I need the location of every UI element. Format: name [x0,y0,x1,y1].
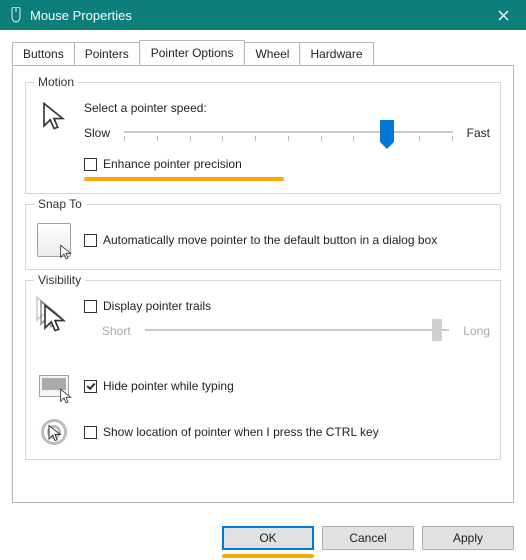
pointer-speed-icon [36,101,72,131]
pointer-trails-checkbox[interactable] [84,300,97,313]
tab-wheel[interactable]: Wheel [244,42,300,65]
pointer-speed-slider[interactable] [124,123,453,143]
group-snap-to: Snap To Automatically move pointer to th… [25,204,501,270]
tab-pointer-options[interactable]: Pointer Options [139,40,246,65]
title-bar: Mouse Properties [0,0,526,30]
snap-to-checkbox[interactable] [84,234,97,247]
hide-typing-icon [36,375,72,397]
tab-buttons[interactable]: Buttons [12,42,75,65]
highlight-annotation [84,177,284,181]
apply-button[interactable]: Apply [422,526,514,550]
slow-label: Slow [84,126,110,140]
enhance-precision-label: Enhance pointer precision [103,157,242,171]
snap-to-label: Automatically move pointer to the defaul… [103,233,437,247]
pointer-trails-slider [145,321,450,341]
pointer-trails-label: Display pointer trails [103,299,211,313]
hide-typing-checkbox[interactable] [84,380,97,393]
trails-long-label: Long [463,324,490,338]
tab-strip: Buttons Pointers Pointer Options Wheel H… [12,40,514,65]
tab-pointers[interactable]: Pointers [74,42,140,65]
ok-highlight-annotation [222,554,314,558]
fast-label: Fast [467,126,490,140]
dialog-button-bar: OK Cancel Apply [222,526,514,550]
ctrl-locate-icon [36,417,72,447]
hide-typing-label: Hide pointer while typing [103,379,234,393]
group-motion-label: Motion [34,75,78,89]
ctrl-locate-checkbox[interactable] [84,426,97,439]
pointer-speed-label: Select a pointer speed: [84,101,490,115]
group-visibility-label: Visibility [34,273,85,287]
group-visibility: Visibility Display pointer trails [25,280,501,460]
window-title: Mouse Properties [30,8,481,23]
close-button[interactable] [481,0,526,30]
enhance-precision-checkbox[interactable] [84,158,97,171]
group-snap-to-label: Snap To [34,197,86,211]
mouse-icon [8,7,24,23]
close-icon [498,10,509,21]
snap-to-icon [36,223,72,257]
cancel-button[interactable]: Cancel [322,526,414,550]
ctrl-locate-label: Show location of pointer when I press th… [103,425,379,439]
group-motion: Motion Select a pointer speed: Slow Fas [25,82,501,194]
trails-short-label: Short [102,324,131,338]
tab-panel: Motion Select a pointer speed: Slow Fas [12,65,514,503]
tab-hardware[interactable]: Hardware [299,42,373,65]
ok-button[interactable]: OK [222,526,314,550]
